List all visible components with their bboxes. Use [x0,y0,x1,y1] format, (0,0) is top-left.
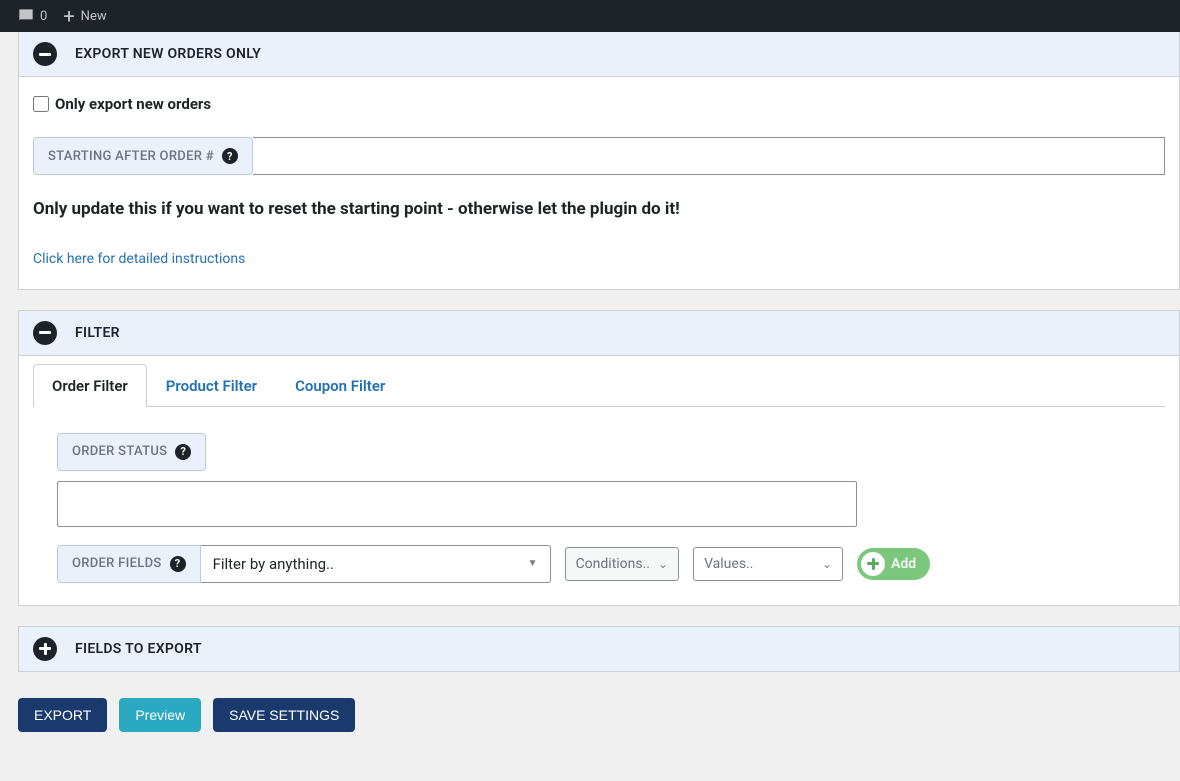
starting-after-row: STARTING AFTER ORDER # ? [33,137,1165,175]
export-new-orders-body: Only export new orders STARTING AFTER OR… [19,77,1179,289]
filter-tabs: Order Filter Product Filter Coupon Filte… [33,364,1165,407]
conditions-select[interactable]: Conditions.. ⌄ [565,547,680,581]
order-status-input[interactable] [57,481,857,527]
order-fields-label: ORDER FIELDS ? [57,545,201,583]
fields-to-export-header[interactable]: FIELDS TO EXPORT [19,627,1179,671]
save-settings-button[interactable]: SAVE SETTINGS [213,698,355,732]
expand-icon [33,637,57,661]
export-new-orders-panel: EXPORT NEW ORDERS ONLY Only export new o… [18,32,1180,290]
only-export-new-checkbox[interactable] [33,96,49,112]
filter-by-anything-select[interactable]: Filter by anything.. ▼ [201,545,551,583]
help-icon[interactable]: ? [222,148,238,164]
tab-coupon-filter[interactable]: Coupon Filter [276,364,404,407]
collapse-icon [33,42,57,66]
export-button[interactable]: EXPORT [18,698,107,732]
instructions-link[interactable]: Click here for detailed instructions [33,251,1165,267]
plus-circle-icon [861,552,885,576]
reset-info-text: Only update this if you want to reset th… [33,197,1165,223]
new-label: New [81,9,107,24]
plus-icon: + [63,6,74,26]
comment-icon [16,6,36,26]
filter-body: Order Filter Product Filter Coupon Filte… [19,356,1179,605]
starting-after-input[interactable] [253,137,1165,175]
panel-title: EXPORT NEW ORDERS ONLY [75,46,261,62]
filter-header[interactable]: FILTER [19,311,1179,356]
panel-title: FIELDS TO EXPORT [75,641,202,657]
chevron-down-icon: ⌄ [658,557,668,571]
comments-link[interactable]: 0 [8,0,55,32]
add-filter-button[interactable]: Add [857,548,930,580]
fields-to-export-panel: FIELDS TO EXPORT [18,626,1180,672]
content-area: EXPORT NEW ORDERS ONLY Only export new o… [0,32,1180,752]
collapse-icon [33,321,57,345]
chevron-down-icon: ▼ [528,558,538,569]
tab-order-filter[interactable]: Order Filter [33,364,147,407]
panel-title: FILTER [75,325,120,341]
values-select[interactable]: Values.. ⌄ [693,547,843,581]
new-link[interactable]: + New [55,0,114,32]
order-status-label-row: ORDER STATUS ? [57,433,1141,471]
starting-after-label: STARTING AFTER ORDER # ? [33,137,253,175]
action-buttons: EXPORT Preview SAVE SETTINGS [18,692,1180,752]
order-fields-row: ORDER FIELDS ? Filter by anything.. ▼ Co… [57,545,1141,583]
help-icon[interactable]: ? [175,444,191,460]
chevron-down-icon: ⌄ [822,557,832,571]
only-export-new-label[interactable]: Only export new orders [55,95,211,113]
order-filter-content: ORDER STATUS ? ORDER FIELDS ? Filter by … [33,433,1165,583]
export-new-orders-header[interactable]: EXPORT NEW ORDERS ONLY [19,32,1179,77]
comment-count: 0 [40,9,47,24]
filter-panel: FILTER Order Filter Product Filter Coupo… [18,310,1180,606]
tab-product-filter[interactable]: Product Filter [147,364,276,407]
only-export-new-row: Only export new orders [33,95,1165,113]
preview-button[interactable]: Preview [119,698,201,732]
help-icon[interactable]: ? [170,556,186,572]
admin-top-bar: 0 + New [0,0,1180,32]
order-status-label: ORDER STATUS ? [57,433,206,471]
